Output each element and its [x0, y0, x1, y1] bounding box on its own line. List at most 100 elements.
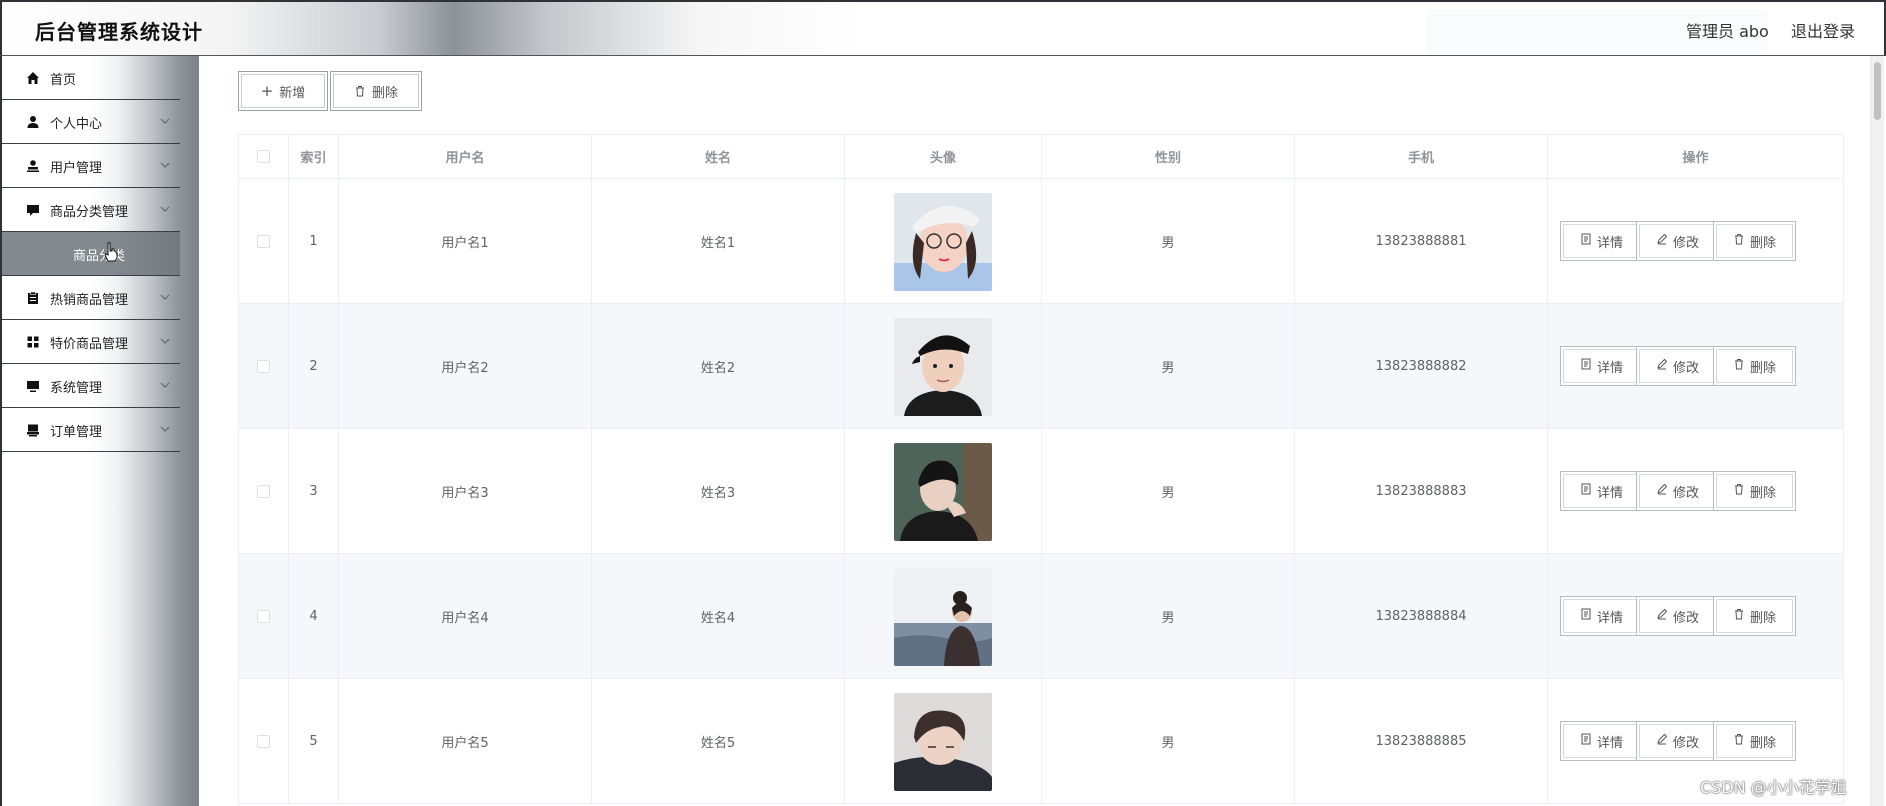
row-checkbox[interactable] [257, 610, 270, 623]
pencil-icon [1656, 233, 1668, 249]
hand-cursor-icon [104, 242, 118, 262]
detail-button[interactable]: 详情 [1560, 596, 1643, 636]
edit-button[interactable]: 修改 [1636, 471, 1719, 511]
sidebar-item-home[interactable]: 首页 [2, 56, 180, 100]
top-header: 后台管理系统设计 管理员 abo 退出登录 [0, 0, 1886, 56]
edit-button-label: 修改 [1672, 235, 1699, 251]
sidebar-item-category-management[interactable]: 商品分类管理 [2, 188, 180, 232]
sidebar-subitem-category[interactable]: 商品分类 [2, 232, 180, 276]
table-row[interactable]: 2 用户名2 姓名2 男 13823888882 详情 修改 删除 [239, 304, 1844, 429]
cell-avatar [845, 429, 1042, 554]
chevron-down-icon [160, 294, 170, 300]
trash-icon [1733, 483, 1745, 499]
document-icon [1580, 233, 1592, 249]
edit-button[interactable]: 修改 [1636, 721, 1719, 761]
row-delete-button[interactable]: 删除 [1713, 471, 1796, 511]
avatar[interactable] [894, 442, 992, 541]
cell-index: 5 [289, 679, 339, 804]
row-checkbox[interactable] [257, 360, 270, 373]
cell-username: 用户名4 [339, 554, 592, 679]
row-delete-button[interactable]: 删除 [1713, 721, 1796, 761]
edit-button-label: 修改 [1672, 485, 1699, 501]
column-header-name[interactable]: 姓名 [592, 135, 845, 179]
avatar[interactable] [894, 692, 992, 791]
document-icon [1580, 608, 1592, 624]
row-delete-button-label: 删除 [1749, 485, 1776, 501]
sidebar-item-label: 特价商品管理 [50, 337, 129, 352]
cell-index: 3 [289, 429, 339, 554]
edit-button[interactable]: 修改 [1636, 596, 1719, 636]
vertical-scrollbar[interactable] [1870, 56, 1884, 806]
scrollbar-thumb[interactable] [1874, 62, 1881, 120]
column-header-phone[interactable]: 手机 [1295, 135, 1548, 179]
cell-gender: 男 [1042, 304, 1295, 429]
table-row[interactable]: 4 用户名4 姓名4 男 13823888884 详情 修改 删除 [239, 554, 1844, 679]
user-icon [27, 116, 39, 128]
detail-button-label: 详情 [1596, 360, 1623, 376]
table-row[interactable]: 1 用户名1 姓名1 男 13823888881 详情 修改 删除 [239, 179, 1844, 304]
select-all-checkbox[interactable] [257, 150, 270, 163]
cell-avatar [845, 554, 1042, 679]
column-header-gender[interactable]: 性别 [1042, 135, 1295, 179]
app-title: 后台管理系统设计 [35, 20, 203, 44]
detail-button[interactable]: 详情 [1560, 346, 1643, 386]
sidebar-item-personal-center[interactable]: 个人中心 [2, 100, 180, 144]
row-delete-button-label: 删除 [1749, 735, 1776, 751]
sidebar: 首页 个人中心 用户管理 商品分类管理 商品分类 热销商品管理 特价商品管理 系… [0, 56, 199, 806]
cell-name: 姓名1 [592, 179, 845, 304]
column-header-avatar[interactable]: 头像 [845, 135, 1042, 179]
table-row[interactable]: 3 用户名3 姓名3 男 13823888883 详情 修改 删除 [239, 429, 1844, 554]
avatar[interactable] [894, 317, 992, 416]
edit-button-label: 修改 [1672, 735, 1699, 751]
printer-icon [27, 424, 39, 437]
document-icon [1580, 733, 1592, 749]
user-table: 索引 用户名 姓名 头像 性别 手机 操作 1 用户名1 姓名1 男 138238888… [238, 134, 1844, 806]
user-manage-icon [27, 160, 39, 172]
row-delete-button[interactable]: 删除 [1713, 346, 1796, 386]
batch-delete-button[interactable]: 删除 [330, 71, 422, 111]
pencil-icon [1656, 733, 1668, 749]
sidebar-item-system-management[interactable]: 系统管理 [2, 364, 180, 408]
row-delete-button[interactable]: 删除 [1713, 596, 1796, 636]
document-icon [1580, 358, 1592, 374]
home-icon [27, 72, 39, 84]
logout-link[interactable]: 退出登录 [1791, 18, 1855, 42]
sidebar-item-special-products[interactable]: 特价商品管理 [2, 320, 180, 364]
sidebar-item-hot-products[interactable]: 热销商品管理 [2, 276, 180, 320]
sidebar-item-order-management[interactable]: 订单管理 [2, 408, 180, 452]
app-window: 后台管理系统设计 管理员 abo 退出登录 首页 个人中心 用户管理 商品分类管… [0, 0, 1886, 806]
detail-button[interactable]: 详情 [1560, 221, 1643, 261]
detail-button-label: 详情 [1596, 610, 1623, 626]
column-header-actions: 操作 [1548, 135, 1844, 179]
avatar[interactable] [894, 192, 992, 291]
pencil-icon [1656, 358, 1668, 374]
edit-button[interactable]: 修改 [1636, 346, 1719, 386]
chevron-down-icon [160, 338, 170, 344]
row-delete-button-label: 删除 [1749, 235, 1776, 251]
cell-gender: 男 [1042, 679, 1295, 804]
detail-button[interactable]: 详情 [1560, 721, 1643, 761]
cell-avatar [845, 679, 1042, 804]
sidebar-item-user-management[interactable]: 用户管理 [2, 144, 180, 188]
cell-name: 姓名3 [592, 429, 845, 554]
trash-icon [1733, 233, 1745, 249]
detail-button-label: 详情 [1596, 735, 1623, 751]
table-row[interactable]: 5 用户名5 姓名5 男 13823888885 详情 修改 删除 [239, 679, 1844, 804]
row-checkbox[interactable] [257, 235, 270, 248]
cell-actions: 详情 修改 删除 [1548, 554, 1844, 679]
column-header-username[interactable]: 用户名 [339, 135, 592, 179]
edit-button[interactable]: 修改 [1636, 221, 1719, 261]
row-delete-button[interactable]: 删除 [1713, 221, 1796, 261]
detail-button[interactable]: 详情 [1560, 471, 1643, 511]
row-checkbox[interactable] [257, 735, 270, 748]
row-checkbox[interactable] [257, 485, 270, 498]
cell-actions: 详情 修改 删除 [1548, 304, 1844, 429]
sidebar-item-label: 热销商品管理 [50, 293, 129, 308]
cell-username: 用户名5 [339, 679, 592, 804]
delete-button-label: 删除 [371, 85, 398, 101]
column-header-index[interactable]: 索引 [289, 135, 339, 179]
avatar[interactable] [894, 567, 992, 666]
monitor-icon [27, 381, 39, 392]
add-button[interactable]: + 新增 [238, 71, 328, 111]
cell-avatar [845, 179, 1042, 304]
